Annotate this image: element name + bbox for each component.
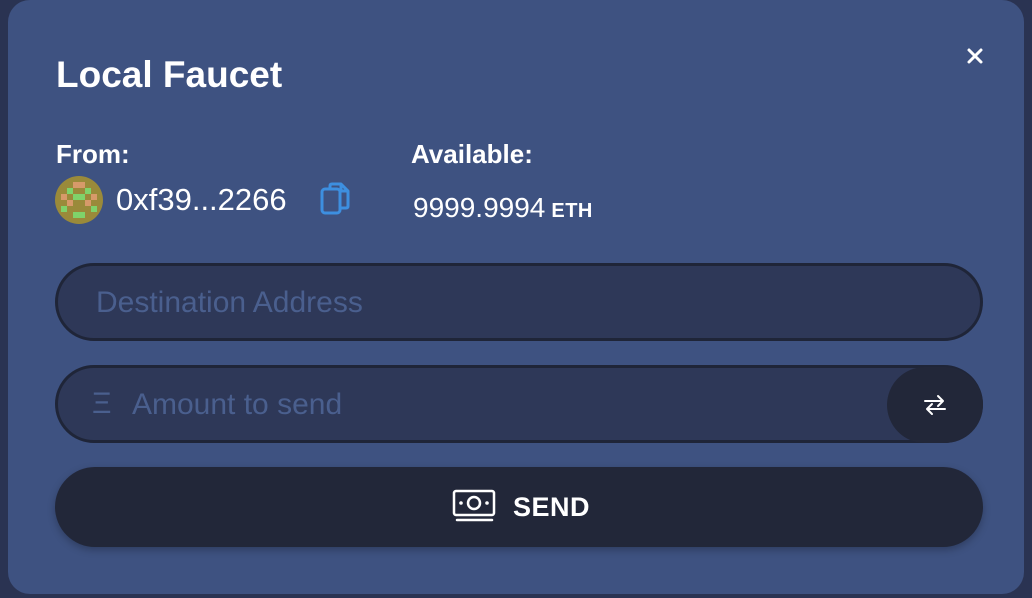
blockie-avatar [55, 176, 103, 224]
modal-title: Local Faucet [56, 54, 283, 95]
send-label: SEND [513, 492, 591, 522]
amount-input[interactable] [130, 368, 874, 442]
amount-field: Ξ [55, 365, 983, 443]
available-balance: 9999.9994 ETH [413, 190, 593, 231]
swap-arrows-icon [924, 395, 946, 415]
available-label: Available: [411, 139, 533, 169]
cash-icon [452, 489, 496, 522]
destination-field [55, 263, 983, 341]
close-icon[interactable] [963, 44, 987, 68]
send-button[interactable]: SEND [55, 467, 983, 547]
from-label: From: [56, 139, 130, 169]
copy-icon[interactable] [319, 181, 353, 219]
eth-symbol-icon: Ξ [92, 387, 112, 420]
destination-address-input[interactable] [94, 266, 958, 340]
from-address: 0xf39...2266 [116, 182, 287, 217]
faucet-modal: Local Faucet From: Available: 0xf39...22… [8, 0, 1024, 594]
balance-amount: 9999.9994 [413, 192, 546, 223]
swap-currency-button[interactable] [887, 367, 983, 443]
balance-unit: ETH [551, 200, 593, 222]
